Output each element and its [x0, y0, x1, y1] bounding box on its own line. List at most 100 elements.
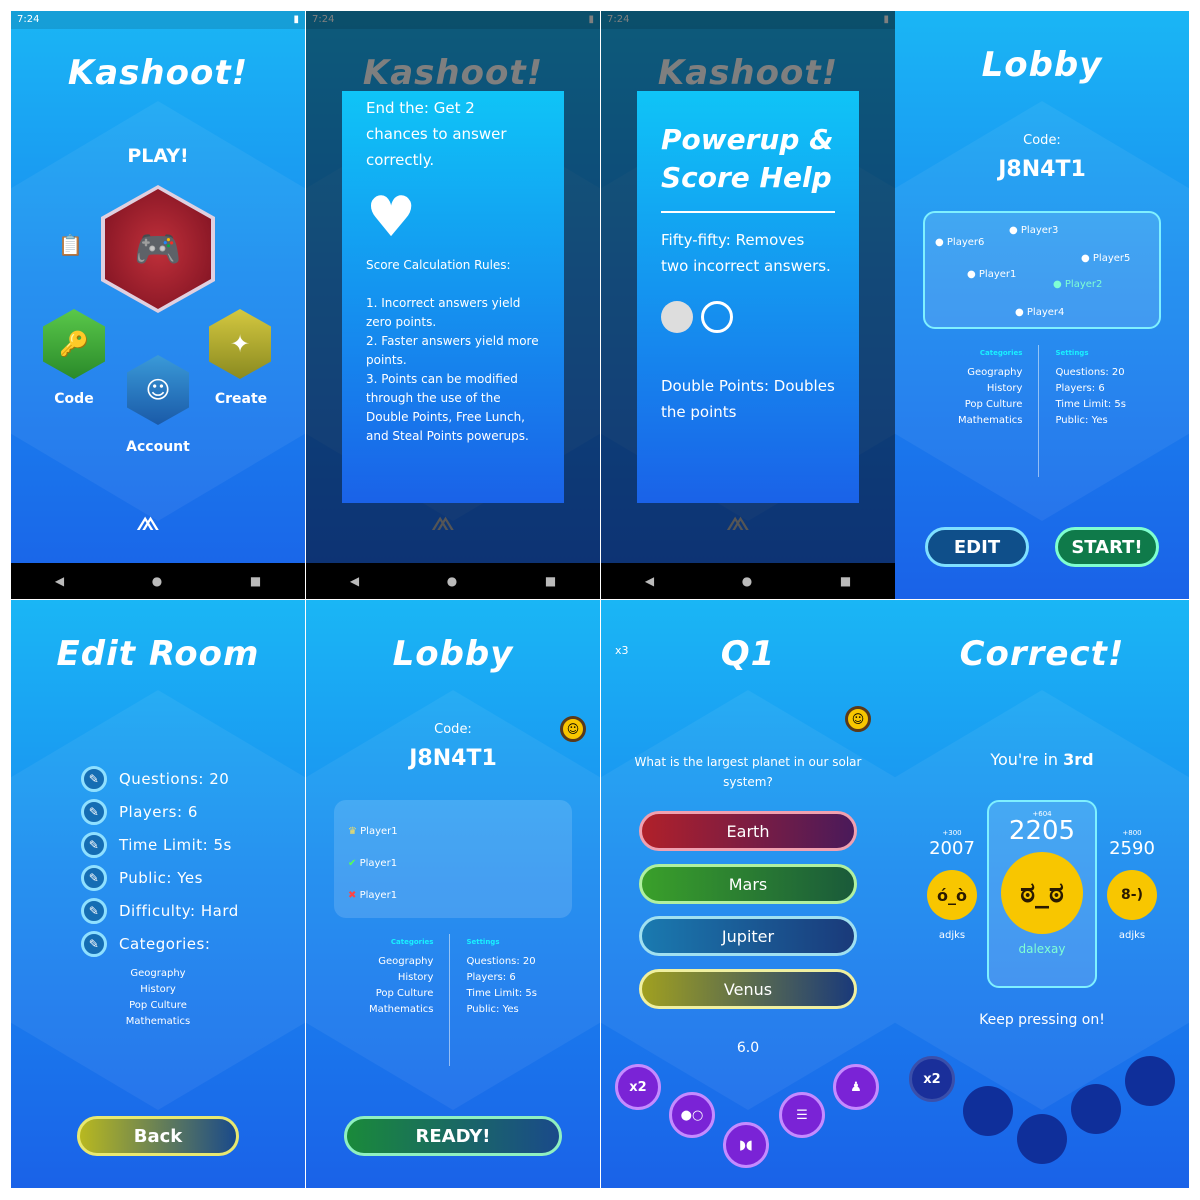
- play-button[interactable]: 🎮: [101, 185, 215, 313]
- back-nav-icon[interactable]: ◀: [55, 574, 64, 588]
- fifty-fifty-powerup[interactable]: ●○: [669, 1092, 715, 1138]
- player-row: ♛ Player1: [348, 826, 398, 837]
- encouragement-text: Keep pressing on!: [979, 1012, 1105, 1028]
- create-button[interactable]: ✦: [209, 309, 271, 379]
- answer-venus[interactable]: Venus: [639, 969, 857, 1009]
- category-item: Mathematics: [957, 415, 1023, 426]
- settings-heading: Settings: [1055, 349, 1089, 357]
- app-title: Kashoot!: [657, 53, 839, 93]
- avatar: ó_ò: [927, 870, 977, 920]
- fifty-fifty-icon: [661, 301, 835, 333]
- back-nav-icon[interactable]: ◀: [350, 574, 359, 588]
- players-box: ● Player6 ● Player3 ● Player1 ● Player5 …: [923, 211, 1161, 329]
- home-nav-icon[interactable]: ●: [152, 574, 162, 588]
- score-bonus: +300: [942, 829, 962, 837]
- answer-jupiter[interactable]: Jupiter: [639, 916, 857, 956]
- pencil-icon[interactable]: ✎: [81, 831, 107, 858]
- ready-button[interactable]: READY!: [344, 1116, 562, 1156]
- edit-row[interactable]: ✎ Time Limit: 5s: [81, 828, 239, 861]
- edit-button[interactable]: EDIT: [925, 527, 1029, 567]
- edit-row[interactable]: ✎ Difficulty: Hard: [81, 894, 239, 927]
- account-button[interactable]: ☺: [127, 355, 189, 425]
- clipboard-icon[interactable]: 📋: [58, 233, 83, 257]
- edit-row[interactable]: ✎ Players: 6: [81, 795, 239, 828]
- pencil-icon[interactable]: ✎: [81, 930, 107, 957]
- player-chip: ● Player5: [1081, 253, 1131, 264]
- category-item: Geography: [378, 956, 434, 967]
- player-chip: ● Player1: [967, 269, 1017, 280]
- setting-item: Time Limit: 5s: [1055, 399, 1126, 410]
- steal-powerup[interactable]: ◗◖: [723, 1122, 769, 1168]
- battery-icon: ▮: [588, 14, 594, 25]
- user-powerup[interactable]: ♟: [833, 1064, 879, 1110]
- player-row: ✔ Player1: [348, 858, 398, 869]
- help-screen-2: 7:24 ▮ Kashoot! Powerup & Score Help Fift…: [601, 11, 895, 599]
- pencil-icon[interactable]: ✎: [81, 864, 107, 891]
- player-chip: ● Player4: [1015, 307, 1065, 318]
- start-button[interactable]: START!: [1055, 527, 1159, 567]
- player-chip: ● Player2: [1053, 279, 1103, 290]
- setting-item: Players: 6: [1055, 383, 1105, 394]
- room-info: Categories Geography History Pop Culture Ma…: [895, 345, 1189, 477]
- category-item: Pop Culture: [375, 988, 434, 999]
- double-points-powerup[interactable]: x2: [615, 1064, 661, 1110]
- edit-row[interactable]: ✎ Categories:: [81, 927, 239, 960]
- recent-nav-icon[interactable]: ■: [545, 574, 556, 588]
- help-modal: End the: Get 2 chances to answer correct…: [342, 91, 564, 503]
- nav-bar: ◀ ● ■: [601, 563, 895, 599]
- pencil-icon[interactable]: ✎: [81, 897, 107, 924]
- recent-nav-icon[interactable]: ■: [840, 574, 851, 588]
- player-row: ✖ Player1: [348, 890, 398, 901]
- code-button[interactable]: 🔑: [43, 309, 105, 379]
- edit-room-screen: Edit Room ✎ Questions: 20 ✎ Players: 6 ✎ Ti…: [11, 600, 305, 1188]
- page-title: Edit Room: [56, 634, 260, 674]
- create-label: Create: [214, 391, 268, 407]
- battery-icon: ▮: [293, 14, 299, 25]
- fifty-fifty-icon: ●○: [680, 1107, 704, 1123]
- powerup-slot: [1125, 1056, 1175, 1106]
- category-item: Pop Culture: [964, 399, 1023, 410]
- avatar[interactable]: ☺: [845, 706, 871, 732]
- double-points-text: Double Points: Doubles the points: [661, 377, 835, 421]
- nav-bar: ◀ ● ■: [306, 563, 600, 599]
- help-title: Powerup & Score Help: [661, 121, 835, 213]
- status-time: 7:24: [607, 14, 630, 25]
- person-icon: ♟: [850, 1079, 862, 1095]
- lobby-player-screen: Lobby ☺ Code: J8N4T1 ♛ Player1 ✔ Player1…: [306, 600, 600, 1188]
- free-lunch-powerup[interactable]: ☰: [779, 1092, 825, 1138]
- status-bar: 7:24 ▮: [11, 11, 305, 29]
- correct-screen: Correct! You're in 3rd +604 2205 ಠ_ಠ dal…: [895, 600, 1189, 1188]
- question-number: Q1: [720, 634, 776, 674]
- back-nav-icon[interactable]: ◀: [645, 574, 654, 588]
- rule-1: 1. Incorrect answers yield zero points.: [366, 296, 521, 329]
- pencil-icon[interactable]: ✎: [81, 765, 107, 792]
- answer-earth[interactable]: Earth: [639, 811, 857, 851]
- answer-mars[interactable]: Mars: [639, 864, 857, 904]
- player-chip: ● Player3: [1009, 225, 1059, 236]
- recent-nav-icon[interactable]: ■: [250, 574, 261, 588]
- category-list: Geography History Pop Culture Mathematics: [125, 968, 191, 1027]
- result-title: Correct!: [959, 634, 1125, 674]
- key-icon: 🔑: [59, 330, 89, 358]
- settings-list: ✎ Questions: 20 ✎ Players: 6 ✎ Time Limit: …: [81, 762, 239, 960]
- score: 2007: [929, 838, 975, 859]
- status-time: 7:24: [312, 14, 335, 25]
- home-nav-icon[interactable]: ●: [742, 574, 752, 588]
- setting-item: Questions: 20: [1055, 367, 1125, 378]
- home-nav-icon[interactable]: ●: [447, 574, 457, 588]
- room-code: J8N4T1: [409, 746, 497, 771]
- rule-2: 2. Faster answers yield more points.: [366, 334, 539, 367]
- category-item: Mathematics: [368, 1004, 434, 1015]
- pencil-icon[interactable]: ✎: [81, 798, 107, 825]
- edit-row[interactable]: ✎ Questions: 20: [81, 762, 239, 795]
- lobby-host-screen: Lobby Code: J8N4T1 ● Player6 ● Player3 ●…: [895, 11, 1189, 599]
- check-icon: ✔: [348, 858, 357, 869]
- edit-row[interactable]: ✎ Public: Yes: [81, 861, 239, 894]
- powerup-slot: [1017, 1114, 1067, 1164]
- help-text-top: End the: Get 2 chances to answer correct…: [366, 99, 507, 169]
- double-points-powerup[interactable]: x2: [909, 1056, 955, 1102]
- place-text: You're in 3rd: [990, 750, 1094, 769]
- logo-icon: ⩕: [726, 503, 750, 538]
- player-name: dalexay: [1018, 942, 1066, 956]
- back-button[interactable]: Back: [77, 1116, 239, 1156]
